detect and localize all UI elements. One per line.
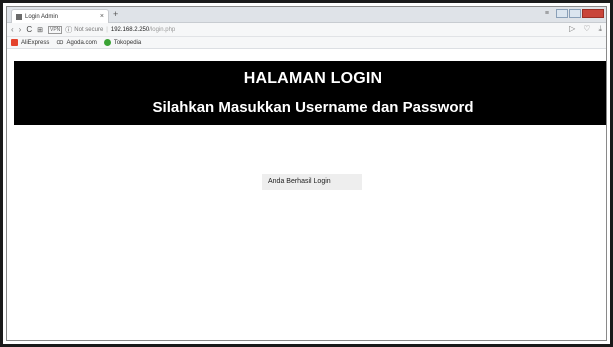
forward-icon[interactable]: › xyxy=(19,25,22,34)
page-title: HALAMAN LOGIN xyxy=(243,70,383,87)
window-frame: Login Admin × + ≡ ‹ › C ⊞ VPN ⓘ Not secu… xyxy=(0,0,613,347)
browser-window: Login Admin × + ≡ ‹ › C ⊞ VPN ⓘ Not secu… xyxy=(6,6,607,341)
bookmark-label: Agoda.com xyxy=(66,39,97,46)
page-favicon-icon xyxy=(16,13,22,20)
maximize-button[interactable] xyxy=(569,8,581,18)
download-icon[interactable]: ⤓ xyxy=(598,24,602,34)
vpn-badge[interactable]: VPN xyxy=(48,25,63,34)
bookmark-agoda[interactable]: ꝏ Agoda.com xyxy=(56,39,97,46)
tab-title: Login Admin xyxy=(25,13,59,20)
bookmark-label: Tokopedia xyxy=(113,39,142,46)
close-window-button[interactable] xyxy=(582,8,604,18)
new-tab-button[interactable]: + xyxy=(113,9,118,19)
minimize-button[interactable] xyxy=(556,8,568,18)
bookmark-aliexpress[interactable]: AliExpress xyxy=(11,39,49,46)
back-icon[interactable]: ‹ xyxy=(11,25,14,34)
page-content: HALAMAN LOGIN Silahkan Masukkan Username… xyxy=(7,49,606,340)
menu-icon[interactable]: ≡ xyxy=(545,10,549,17)
tokopedia-icon xyxy=(103,39,111,46)
address-bar: ‹ › C ⊞ VPN ⓘ Not secure | 192.168.2.250… xyxy=(7,23,606,37)
not-secure-label[interactable]: Not secure xyxy=(74,27,103,33)
url-separator: | xyxy=(106,26,108,33)
aliexpress-icon xyxy=(11,39,18,46)
page-subtitle: Silahkan Masukkan Username dan Password xyxy=(152,99,474,116)
bookmarks-bar: AliExpress ꝏ Agoda.com Tokopedia xyxy=(7,37,606,49)
window-controls: ≡ xyxy=(545,7,604,19)
heart-icon[interactable]: ♡ xyxy=(583,24,590,34)
send-icon[interactable]: ▷ xyxy=(569,24,575,34)
login-success-message: Anda Berhasil Login xyxy=(262,174,362,190)
address-bar-actions: ▷ ♡ ⤓ xyxy=(569,24,602,34)
reload-icon[interactable]: C xyxy=(26,25,32,34)
url-host[interactable]: 192.168.2.250 xyxy=(111,27,149,33)
site-info-icon[interactable]: ⓘ xyxy=(65,25,72,35)
agoda-icon: ꝏ xyxy=(56,39,64,46)
tab-login-admin[interactable]: Login Admin × xyxy=(11,9,109,23)
tab-strip: Login Admin × + ≡ xyxy=(7,7,606,23)
url-path[interactable]: /login.php xyxy=(149,27,175,33)
bookmark-label: AliExpress xyxy=(21,39,50,46)
page-header: HALAMAN LOGIN Silahkan Masukkan Username… xyxy=(14,61,606,125)
bookmark-tokopedia[interactable]: Tokopedia xyxy=(103,39,142,46)
speed-dial-icon[interactable]: ⊞ xyxy=(37,26,43,34)
tab-close-icon[interactable]: × xyxy=(100,13,104,20)
